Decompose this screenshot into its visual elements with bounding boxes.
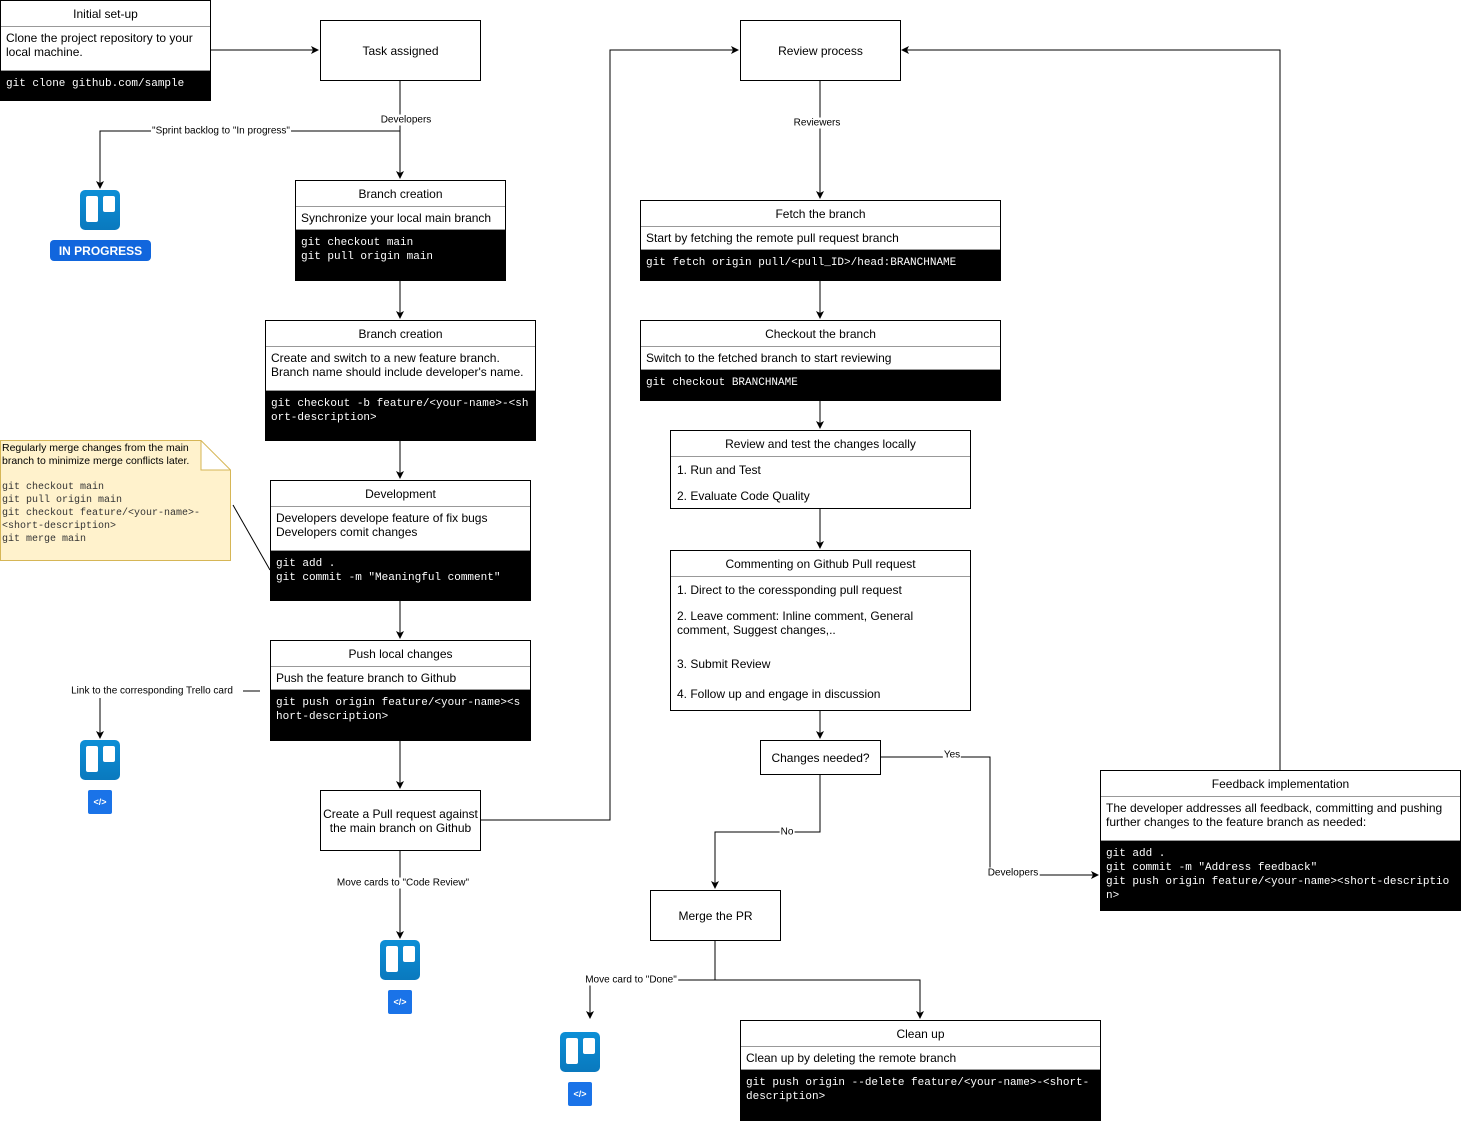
code-block: git push origin --delete feature/<your-n… [741,1070,1100,1120]
box-desc: Synchronize your local main branch [296,207,505,230]
box-title: Checkout the branch [641,321,1000,347]
code-block: git checkout main git pull origin main [296,230,505,280]
code-block: git checkout -b feature/<your-name>-<sho… [266,391,535,440]
list-item: 2. Evaluate Code Quality [677,489,810,503]
label-developers-feedback: Developers [986,867,1040,879]
code-icon: </> [88,790,112,814]
code-icon: </> [388,990,412,1014]
box-desc: Start by fetching the remote pull reques… [641,227,1000,250]
box-title: Review and test the changes locally [671,431,970,457]
list-item: 3. Submit Review [677,657,771,671]
list-item: 1. Run and Test [677,463,761,477]
review-test-box: Review and test the changes locally 1. R… [670,430,971,509]
box-title: Branch creation [266,321,535,347]
initial-setup-box: Initial set-up Clone the project reposit… [0,0,211,101]
review-process-box: Review process [740,20,901,81]
changes-needed-box: Changes needed? [760,740,881,775]
box-desc: Push the feature branch to Github [271,667,530,690]
box-desc: Clean up by deleting the remote branch [741,1047,1100,1070]
code-block: git checkout BRANCHNAME [641,370,1000,400]
list-item: 2. Leave comment: Inline comment, Genera… [677,609,914,637]
box-title: Feedback implementation [1101,771,1460,797]
box-desc: Developers develope feature of fix bugs … [271,507,530,551]
box-title: Commenting on Github Pull request [671,551,970,577]
feedback-box: Feedback implementation The developer ad… [1100,770,1461,911]
development-box: Development Developers develope feature … [270,480,531,601]
code-block: git fetch origin pull/<pull_ID>/head:BRA… [641,250,1000,280]
create-pr-box: Create a Pull request against the main b… [320,790,481,851]
trello-icon [80,190,120,230]
box-desc: Create and switch to a new feature branc… [266,347,535,391]
code-block: git add . git commit -m "Address feedbac… [1101,841,1460,910]
box-desc: The developer addresses all feedback, co… [1101,797,1460,841]
box-title: Initial set-up [1,1,210,27]
code-icon: </> [568,1082,592,1106]
box-desc: Switch to the fetched branch to start re… [641,347,1000,370]
branch-create-box: Branch creation Create and switch to a n… [265,320,536,441]
merge-note: Regularly merge changes from the main br… [0,440,231,561]
fetch-box: Fetch the branch Start by fetching the r… [640,200,1001,281]
cleanup-box: Clean up Clean up by deleting the remote… [740,1020,1101,1121]
code-block: git push origin feature/<your-name><shor… [271,690,530,740]
box-title: Fetch the branch [641,201,1000,227]
label-done: Move card to "Done" [584,974,678,986]
label-code-review: Move cards to "Code Review" [335,877,471,889]
merge-pr-box: Merge the PR [650,890,781,941]
box-title: Push local changes [271,641,530,667]
box-title: Clean up [741,1021,1100,1047]
list-item: 4. Follow up and engage in discussion [677,687,881,701]
commenting-box: Commenting on Github Pull request 1. Dir… [670,550,971,711]
in-progress-badge: IN PROGRESS [50,240,151,261]
label-reviewers: Reviewers [792,117,842,129]
box-desc: Clone the project repository to your loc… [1,27,210,71]
trello-icon [80,740,120,780]
label-sprint: "Sprint backlog to "In progress" [151,125,291,137]
code-block: git add . git commit -m "Meaningful comm… [271,551,530,600]
trello-icon [560,1032,600,1072]
label-yes: Yes [942,749,962,761]
label-trello-link: Link to the corresponding Trello card [70,685,234,697]
box-title: Development [271,481,530,507]
code-block: git clone github.com/sample [1,71,210,100]
note-code: git checkout main git pull origin main g… [2,482,201,545]
branch-sync-box: Branch creation Synchronize your local m… [295,180,506,281]
list-item: 1. Direct to the coressponding pull requ… [677,583,902,597]
box-title: Branch creation [296,181,505,207]
checkout-box: Checkout the branch Switch to the fetche… [640,320,1001,401]
push-box: Push local changes Push the feature bran… [270,640,531,741]
label-no: No [779,826,795,838]
task-assigned-box: Task assigned [320,20,481,81]
label-developers: Developers [379,114,433,126]
trello-icon [380,940,420,980]
note-text: Regularly merge changes from the main br… [2,442,190,467]
